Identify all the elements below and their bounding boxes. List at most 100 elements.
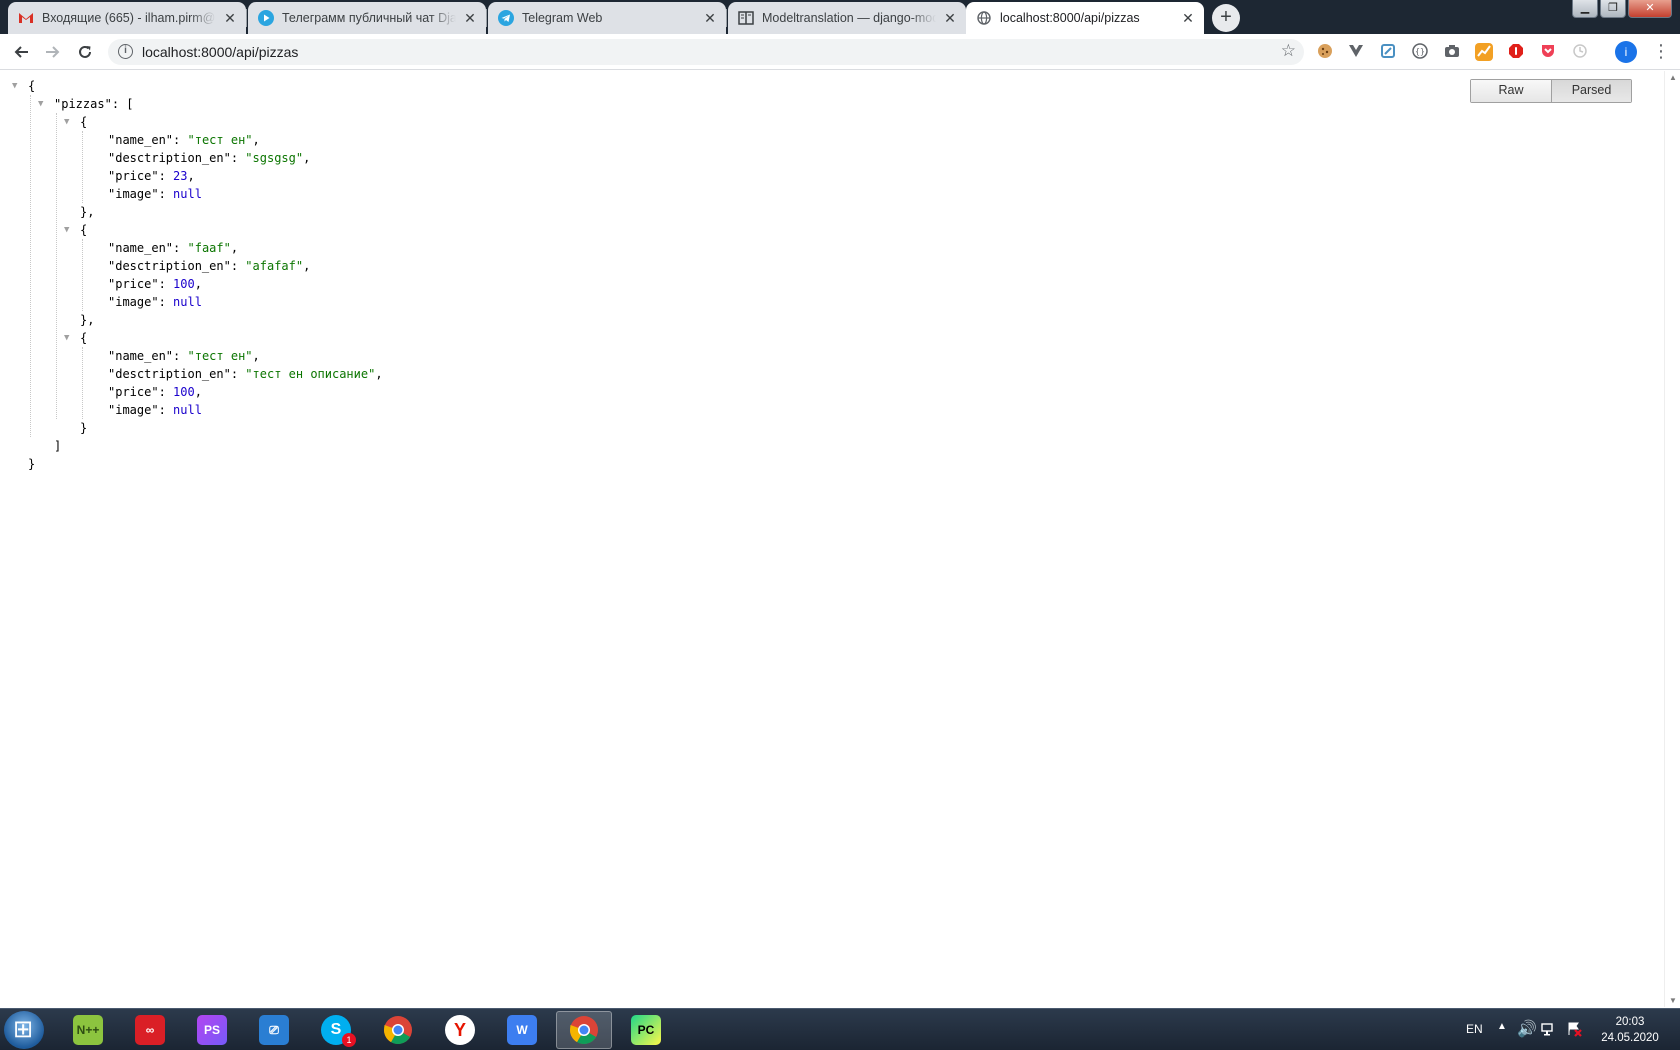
json-value: null	[173, 187, 202, 201]
json-value: null	[173, 403, 202, 417]
reload-icon[interactable]	[72, 39, 98, 65]
json-line: ]	[54, 439, 62, 453]
taskbar-notepad-plus-plus[interactable]: N++	[60, 1011, 116, 1049]
show-hidden-icons-icon[interactable]: ▲	[1497, 1021, 1507, 1050]
tab-gmail[interactable]: Входящие (665) - ilham.pirm@gmail.com ✕	[8, 2, 246, 34]
json-line: "name_en": "тест ен",	[108, 133, 260, 147]
language-indicator[interactable]: EN	[1466, 1022, 1483, 1050]
action-center-flag-icon[interactable]	[1566, 1021, 1582, 1050]
json-value: тест ен описание	[252, 367, 369, 381]
tab-telegram-chat[interactable]: Телеграмм публичный чат Django ✕	[248, 2, 486, 34]
new-tab-button[interactable]: +	[1212, 4, 1240, 32]
wps-writer-icon: W	[507, 1015, 537, 1045]
tab-title: Телеграмм публичный чат Django	[282, 11, 456, 25]
system-clock[interactable]: 20:03 24.05.2020	[1590, 1014, 1670, 1046]
site-info-icon[interactable]: i	[118, 44, 133, 59]
parsed-button[interactable]: Parsed	[1551, 80, 1631, 102]
json-value: sgsgsg	[252, 151, 296, 165]
start-button[interactable]	[4, 1011, 44, 1049]
json-line: "image": null	[108, 187, 202, 201]
taskbar-skype[interactable]: S 1	[308, 1011, 364, 1049]
taskbar-chrome[interactable]	[370, 1011, 426, 1049]
phpstorm-icon: PS	[197, 1015, 227, 1045]
close-tab-icon[interactable]: ✕	[462, 10, 478, 26]
tab-telegram-web[interactable]: Telegram Web ✕	[488, 2, 726, 34]
chrome-icon	[570, 1016, 598, 1044]
taskbar-phpstorm[interactable]: PS	[184, 1011, 240, 1049]
restore-icon[interactable]: ❐	[1600, 0, 1626, 18]
pycharm-icon: PC	[631, 1015, 661, 1045]
json-line: ▼{	[64, 221, 88, 239]
gmail-icon	[18, 10, 34, 26]
collapse-toggle-icon[interactable]: ▼	[38, 95, 43, 113]
taskbar-wps-writer[interactable]: W	[494, 1011, 550, 1049]
tab-title: Modeltranslation — django-modeltranslati…	[762, 11, 936, 25]
view-mode-toggle: Raw Parsed	[1470, 79, 1632, 103]
windows-taskbar: N++ ∞ PS ⎚ S 1 Y W PC EN ▲ 🔊 20:03 24.05…	[0, 1008, 1680, 1050]
volume-icon[interactable]: 🔊	[1517, 1019, 1537, 1050]
back-arrow-icon[interactable]	[8, 39, 34, 65]
close-window-icon[interactable]: ✕	[1628, 0, 1672, 18]
cookie-extension-icon[interactable]	[1316, 43, 1334, 61]
close-tab-icon[interactable]: ✕	[942, 10, 958, 26]
tab-localhost-pizzas[interactable]: localhost:8000/api/pizzas ✕	[966, 2, 1204, 34]
close-tab-icon[interactable]: ✕	[222, 10, 238, 26]
address-bar[interactable]: i localhost:8000/api/pizzas ☆	[108, 39, 1304, 65]
taskbar-remote-desktop[interactable]: ⎚	[246, 1011, 302, 1049]
url-text[interactable]: localhost:8000/api/pizzas	[142, 44, 298, 60]
json-line: "price": 100,	[108, 385, 202, 399]
chrome-icon	[384, 1016, 412, 1044]
json-line: ▼{	[64, 329, 88, 347]
telegram-chat-icon	[258, 10, 274, 26]
clock-date: 24.05.2020	[1601, 1032, 1659, 1044]
browser-toolbar: i localhost:8000/api/pizzas ☆ {} i ⋮	[0, 34, 1680, 70]
tab-modeltranslation[interactable]: Modeltranslation — django-modeltranslati…	[728, 2, 966, 34]
screenshot-extension-icon[interactable]	[1379, 43, 1397, 61]
bookmark-star-icon[interactable]: ☆	[1281, 41, 1296, 61]
json-line: "name_en": "тест ен",	[108, 349, 260, 363]
globe-icon	[976, 10, 992, 26]
json-line: }	[80, 421, 88, 435]
json-value: afafaf	[252, 259, 296, 273]
taskbar-yandex-browser[interactable]: Y	[432, 1011, 488, 1049]
skype-badge: 1	[342, 1033, 356, 1047]
forward-arrow-icon[interactable]	[40, 39, 66, 65]
timer-extension-icon[interactable]	[1571, 43, 1589, 61]
taskbar-adobe-cc[interactable]: ∞	[122, 1011, 178, 1049]
json-line: "image": null	[108, 295, 202, 309]
minimize-icon[interactable]: ▁	[1572, 0, 1598, 18]
docs-icon	[738, 10, 754, 26]
tab-title: Входящие (665) - ilham.pirm@gmail.com	[42, 11, 216, 25]
yandex-browser-icon: Y	[445, 1015, 475, 1045]
json-line: "name_en": "faaf",	[108, 241, 239, 255]
json-line: "price": 23,	[108, 169, 195, 183]
close-tab-icon[interactable]: ✕	[702, 10, 718, 26]
browser-menu-icon[interactable]: ⋮	[1652, 40, 1670, 62]
json-value: тест ен	[194, 133, 246, 147]
close-tab-icon[interactable]: ✕	[1180, 10, 1196, 26]
clock-time: 20:03	[1615, 1016, 1645, 1028]
camera-icon[interactable]	[1443, 43, 1461, 61]
json-line: "image": null	[108, 403, 202, 417]
window-controls: ▁ ❐ ✕	[1572, 0, 1672, 18]
tab-separator	[726, 9, 727, 27]
network-icon[interactable]	[1541, 1021, 1557, 1050]
profile-avatar[interactable]: i	[1615, 41, 1637, 63]
collapse-toggle-icon[interactable]: ▼	[64, 221, 69, 239]
taskbar-chrome-active[interactable]	[556, 1011, 612, 1049]
pocket-icon[interactable]	[1539, 43, 1557, 61]
collapse-toggle-icon[interactable]: ▼	[64, 113, 69, 131]
collapse-toggle-icon[interactable]: ▼	[64, 329, 69, 347]
vue-devtools-icon[interactable]	[1347, 43, 1365, 61]
taskbar-pycharm[interactable]: PC	[618, 1011, 674, 1049]
collapse-toggle-icon[interactable]: ▼	[12, 77, 17, 95]
adblock-icon[interactable]	[1507, 43, 1525, 61]
code-extension-icon[interactable]: {}	[1411, 43, 1429, 61]
json-line: "desctription_en": "sgsgsg",	[108, 151, 311, 165]
raw-button[interactable]: Raw	[1471, 80, 1551, 102]
scroll-down-icon[interactable]: ▼	[1669, 996, 1677, 1005]
svg-text:{}: {}	[1415, 47, 1425, 56]
chart-extension-icon[interactable]	[1475, 43, 1493, 61]
vertical-scrollbar[interactable]: ▲ ▼	[1664, 71, 1680, 1007]
scroll-up-icon[interactable]: ▲	[1669, 73, 1677, 82]
